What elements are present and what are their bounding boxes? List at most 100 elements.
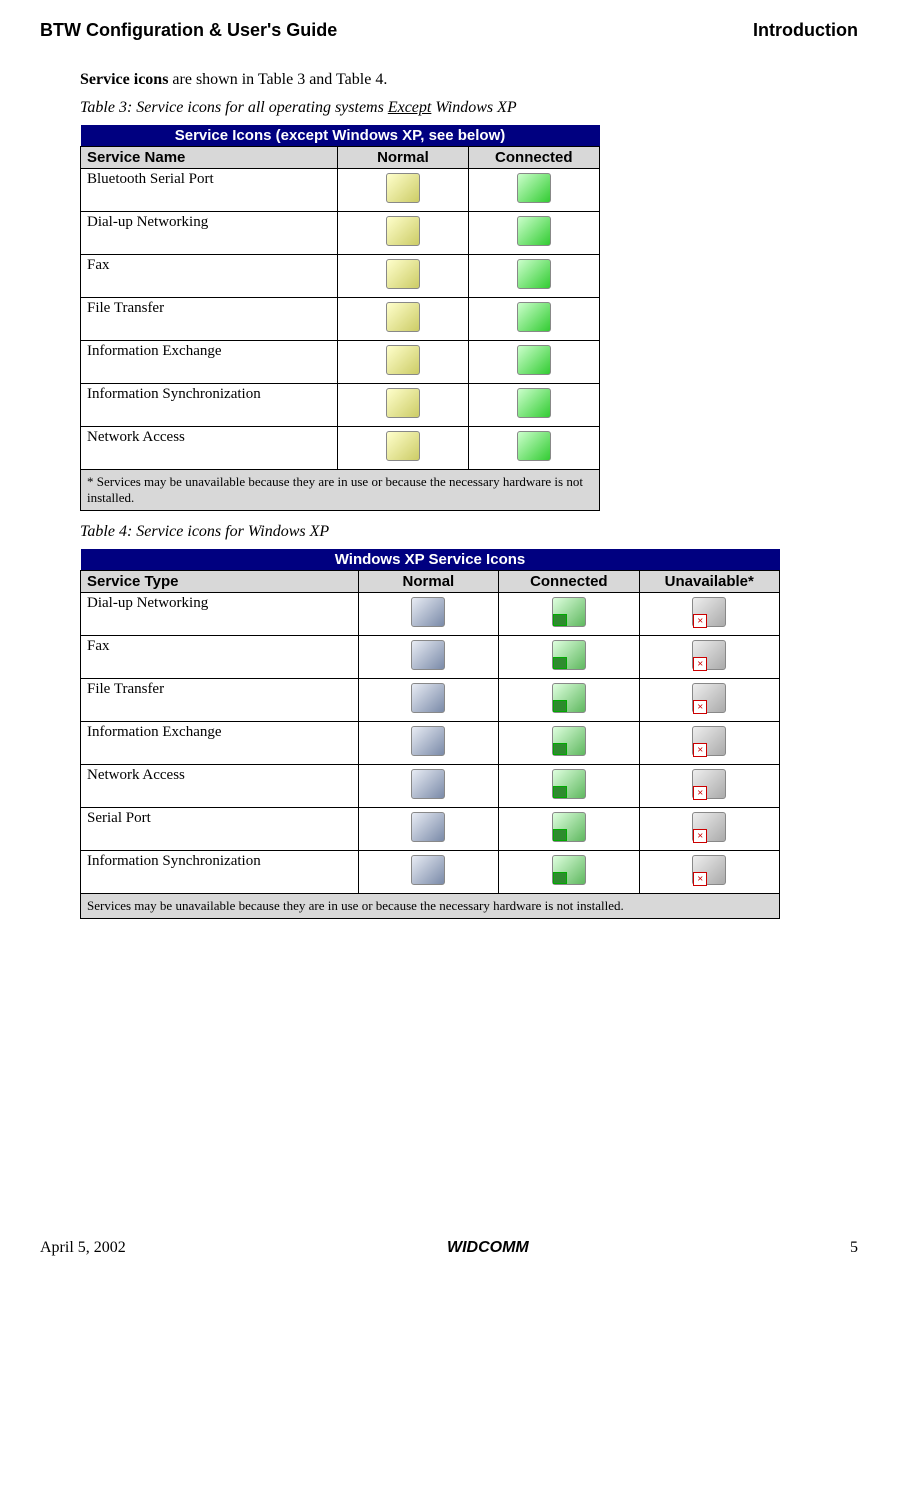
intro-paragraph: Service icons are shown in Table 3 and T… bbox=[80, 71, 818, 89]
serial-port-icon bbox=[692, 812, 726, 842]
icon-cell bbox=[499, 636, 639, 679]
service-name: Information Synchronization bbox=[81, 384, 338, 427]
icon-cell bbox=[468, 427, 599, 470]
icon-cell bbox=[499, 765, 639, 808]
service-name: Information Exchange bbox=[81, 341, 338, 384]
sync-icon bbox=[692, 855, 726, 885]
icon-cell bbox=[338, 298, 468, 341]
table-row: Fax bbox=[81, 255, 600, 298]
table4-col0: Service Type bbox=[81, 571, 359, 593]
table3-caption-prefix: Table 3: Service icons for all operating… bbox=[80, 99, 388, 116]
table-row: Fax bbox=[81, 636, 780, 679]
icon-cell bbox=[338, 255, 468, 298]
icon-cell bbox=[639, 808, 779, 851]
table-row: Information Exchange bbox=[81, 341, 600, 384]
service-name: Bluetooth Serial Port bbox=[81, 169, 338, 212]
footer-date: April 5, 2002 bbox=[40, 1239, 126, 1257]
icon-cell bbox=[499, 808, 639, 851]
service-name: Information Exchange bbox=[81, 722, 359, 765]
network-icon bbox=[517, 431, 551, 461]
icon-cell bbox=[338, 384, 468, 427]
table-row: Network Access bbox=[81, 427, 600, 470]
icon-cell bbox=[358, 722, 498, 765]
folder-icon bbox=[386, 302, 420, 332]
service-name: Dial-up Networking bbox=[81, 212, 338, 255]
table3-col2: Connected bbox=[468, 147, 599, 169]
table4-col3: Unavailable* bbox=[639, 571, 779, 593]
dialup-icon bbox=[386, 216, 420, 246]
service-name: Serial Port bbox=[81, 808, 359, 851]
table-row: Information Synchronization bbox=[81, 384, 600, 427]
fax-icon bbox=[386, 259, 420, 289]
sync-icon bbox=[386, 388, 420, 418]
icon-cell bbox=[358, 765, 498, 808]
service-name: Network Access bbox=[81, 427, 338, 470]
icon-cell bbox=[639, 593, 779, 636]
icon-cell bbox=[338, 169, 468, 212]
sync-icon bbox=[517, 388, 551, 418]
folder-icon bbox=[411, 683, 445, 713]
table-row: Serial Port bbox=[81, 808, 780, 851]
dialup-icon bbox=[692, 597, 726, 627]
dialup-icon bbox=[411, 597, 445, 627]
icon-cell bbox=[358, 593, 498, 636]
table4-col1: Normal bbox=[358, 571, 498, 593]
info-exchange-icon bbox=[552, 726, 586, 756]
table-row: File Transfer bbox=[81, 298, 600, 341]
dialup-icon bbox=[552, 597, 586, 627]
icon-cell bbox=[338, 212, 468, 255]
service-name: File Transfer bbox=[81, 679, 359, 722]
icon-cell bbox=[639, 679, 779, 722]
serial-port-icon bbox=[517, 173, 551, 203]
dialup-icon bbox=[517, 216, 551, 246]
table4-title: Windows XP Service Icons bbox=[81, 549, 780, 571]
serial-port-icon bbox=[411, 812, 445, 842]
folder-icon bbox=[517, 302, 551, 332]
table-row: File Transfer bbox=[81, 679, 780, 722]
table4-col2: Connected bbox=[499, 571, 639, 593]
content: Service icons are shown in Table 3 and T… bbox=[80, 71, 818, 919]
table-row: Dial-up Networking bbox=[81, 593, 780, 636]
table3-col1: Normal bbox=[338, 147, 468, 169]
footer-page-number: 5 bbox=[850, 1239, 858, 1257]
network-icon bbox=[552, 769, 586, 799]
table4-caption: Table 4: Service icons for Windows XP bbox=[80, 523, 818, 541]
service-name: Network Access bbox=[81, 765, 359, 808]
icon-cell bbox=[499, 851, 639, 894]
service-name: File Transfer bbox=[81, 298, 338, 341]
icon-cell bbox=[468, 384, 599, 427]
fax-icon bbox=[517, 259, 551, 289]
icon-cell bbox=[358, 679, 498, 722]
info-exchange-icon bbox=[692, 726, 726, 756]
icon-cell bbox=[358, 808, 498, 851]
intro-bold: Service icons bbox=[80, 71, 168, 88]
folder-icon bbox=[552, 683, 586, 713]
icon-cell bbox=[338, 341, 468, 384]
intro-rest: are shown in Table 3 and Table 4. bbox=[168, 71, 387, 88]
info-exchange-icon bbox=[411, 726, 445, 756]
serial-port-icon bbox=[552, 812, 586, 842]
network-icon bbox=[411, 769, 445, 799]
page-header: BTW Configuration & User's Guide Introdu… bbox=[40, 20, 858, 41]
icon-cell bbox=[639, 636, 779, 679]
header-left: BTW Configuration & User's Guide bbox=[40, 20, 337, 41]
fax-icon bbox=[692, 640, 726, 670]
table-row: Bluetooth Serial Port bbox=[81, 169, 600, 212]
icon-cell bbox=[468, 212, 599, 255]
service-name: Fax bbox=[81, 636, 359, 679]
table3-title: Service Icons (except Windows XP, see be… bbox=[81, 125, 600, 147]
fax-icon bbox=[411, 640, 445, 670]
icon-cell bbox=[338, 427, 468, 470]
page-footer: April 5, 2002 WIDCOMM 5 bbox=[40, 1239, 858, 1257]
sync-icon bbox=[552, 855, 586, 885]
icon-cell bbox=[468, 255, 599, 298]
icon-cell bbox=[499, 593, 639, 636]
table3-caption-suffix: Windows XP bbox=[431, 99, 516, 116]
icon-cell bbox=[499, 679, 639, 722]
icon-cell bbox=[639, 722, 779, 765]
icon-cell bbox=[358, 851, 498, 894]
serial-port-icon bbox=[386, 173, 420, 203]
icon-cell bbox=[358, 636, 498, 679]
icon-cell bbox=[468, 169, 599, 212]
service-name: Information Synchronization bbox=[81, 851, 359, 894]
